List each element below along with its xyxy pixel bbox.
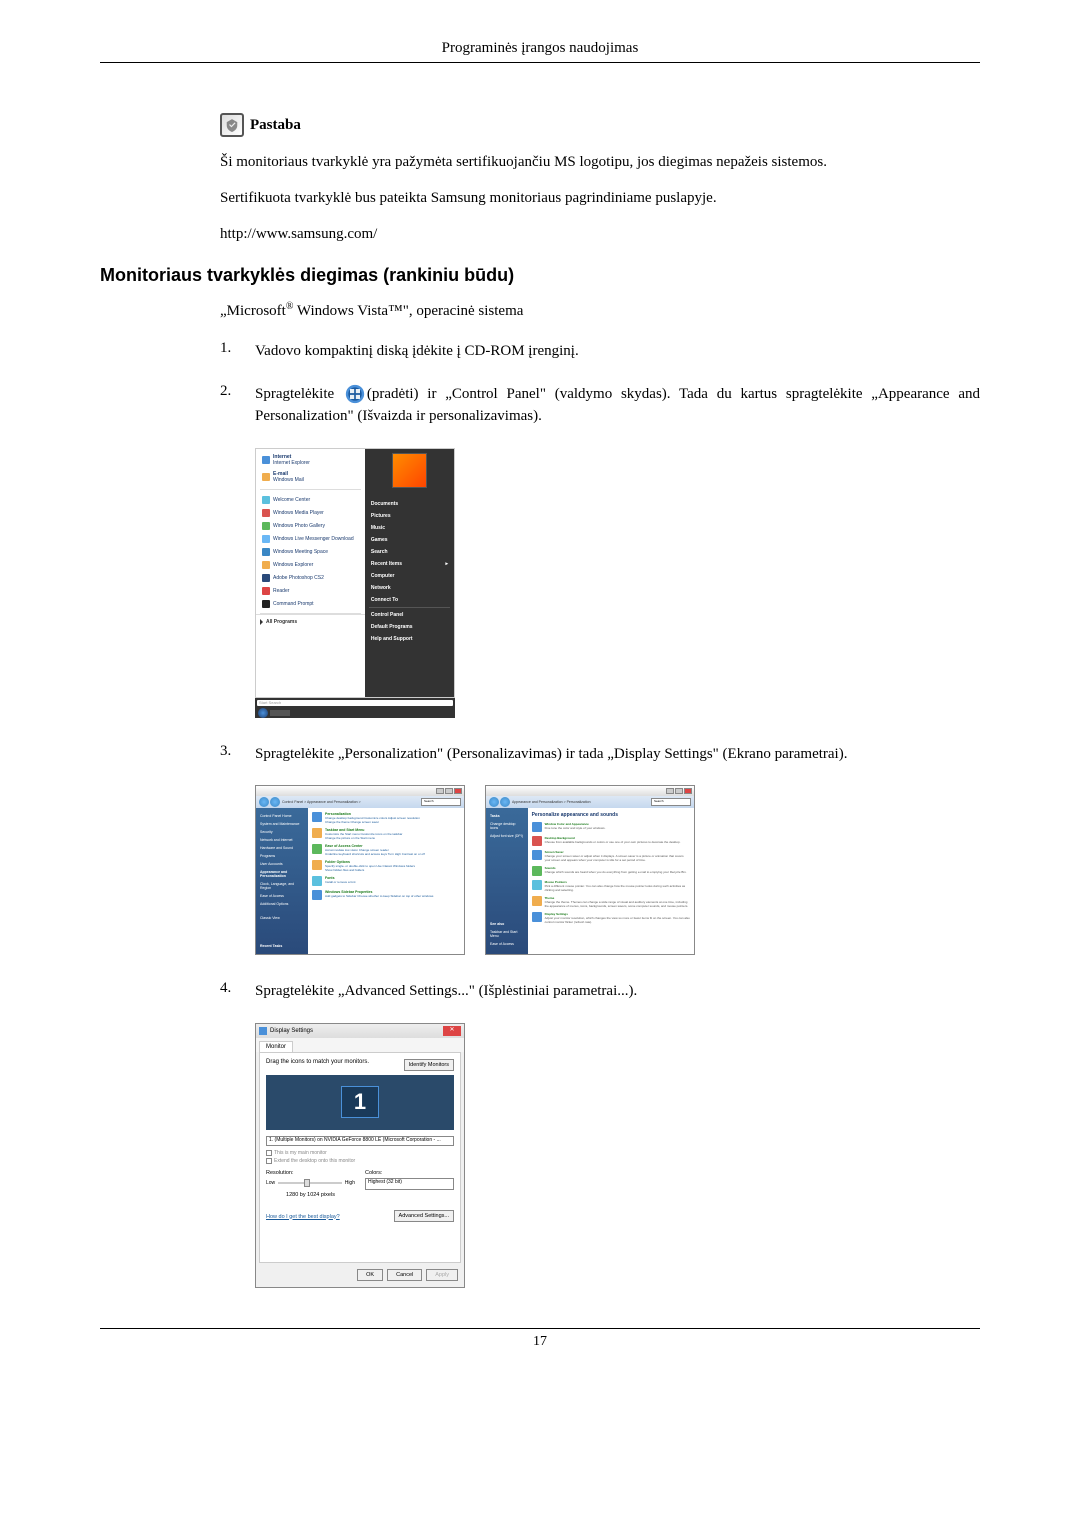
control-panel-window: Control Panel > Appearance and Personali… bbox=[255, 785, 465, 955]
page-header: Programinės įrangos naudojimas bbox=[100, 40, 980, 63]
note-label: Pastaba bbox=[250, 117, 301, 134]
page-number: 17 bbox=[100, 1328, 980, 1350]
resolution-slider: Low High bbox=[266, 1178, 355, 1188]
step-2: 2. Spragtelėkite (pradėti) ir „Control P… bbox=[220, 383, 980, 428]
note-block: Pastaba Ši monitoriaus tvarkyklė yra paž… bbox=[220, 113, 980, 245]
note-url: http://www.samsung.com/ bbox=[220, 224, 980, 245]
identify-monitors-button: Identify Monitors bbox=[404, 1059, 454, 1071]
monitor-preview: 1 bbox=[266, 1075, 454, 1130]
monitor-dropdown: 1. (Multiple Monitors) on NVIDIA GeForce… bbox=[266, 1136, 454, 1146]
windows-start-icon bbox=[345, 384, 365, 404]
step-3: 3. Spragtelėkite „Personalization" (Pers… bbox=[220, 743, 980, 766]
personalization-window: Appearance and Personalization > Persona… bbox=[485, 785, 695, 955]
section-heading: Monitoriaus tvarkyklės diegimas (rankini… bbox=[100, 265, 980, 286]
note-icon bbox=[220, 113, 244, 137]
advanced-settings-button: Advanced Settings... bbox=[394, 1210, 454, 1222]
note-p1: Ši monitoriaus tvarkyklė yra pažymėta se… bbox=[220, 152, 980, 173]
apply-button: Apply bbox=[426, 1269, 458, 1281]
step-1: 1. Vadovo kompaktinį diską įdėkite į CD-… bbox=[220, 340, 980, 363]
checkbox bbox=[266, 1158, 272, 1164]
help-link: How do I get the best display? bbox=[266, 1214, 340, 1220]
os-text: „Microsoft® Windows Vista™", operacinė s… bbox=[220, 301, 980, 320]
note-p2: Sertifikuota tvarkyklė bus pateikta Sams… bbox=[220, 188, 980, 209]
step-4: 4. Spragtelėkite „Advanced Settings..." … bbox=[220, 980, 980, 1003]
twopanel-screenshot: Control Panel > Appearance and Personali… bbox=[255, 785, 980, 955]
checkbox bbox=[266, 1150, 272, 1156]
ok-button: OK bbox=[357, 1269, 383, 1281]
display-settings-screenshot: Display Settings ✕ Monitor Drag the icon… bbox=[255, 1023, 980, 1288]
colors-dropdown: Highest (32 bit) bbox=[365, 1178, 454, 1190]
close-icon: ✕ bbox=[443, 1026, 461, 1036]
cancel-button: Cancel bbox=[387, 1269, 422, 1281]
startmenu-screenshot: InternetInternet Explorer E-mailWindows … bbox=[255, 448, 980, 718]
